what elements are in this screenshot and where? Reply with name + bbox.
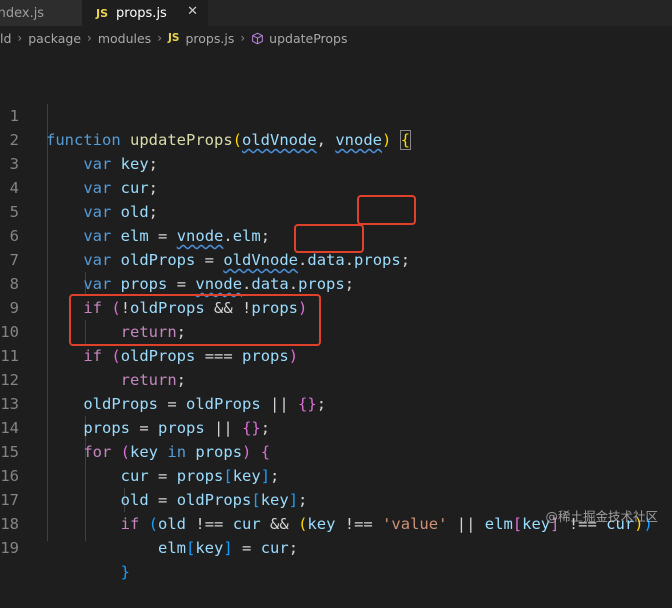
- chevron-right-icon: ›: [157, 31, 162, 45]
- js-file-icon: JS: [96, 6, 109, 20]
- code-editor[interactable]: 1 function updateProps(oldVnode, vnode) …: [0, 80, 672, 581]
- tab-index-js[interactable]: index.js: [0, 0, 82, 26]
- chevron-right-icon: ›: [17, 31, 23, 45]
- chevron-right-icon: ›: [87, 31, 92, 45]
- tab-props-js[interactable]: JS props.js ✕: [82, 0, 208, 26]
- tab-label: index.js: [0, 5, 45, 21]
- breadcrumb-file[interactable]: props.js: [185, 31, 234, 46]
- tab-label: props.js: [116, 5, 167, 21]
- code-line: 15 cur = props[key];: [0, 416, 672, 485]
- code-line: 12 oldProps = oldProps || {};: [0, 344, 672, 413]
- code-line: 13 props = props || {};: [0, 368, 672, 437]
- code-line: 6 var oldProps = oldVnode.data.props;: [0, 200, 672, 269]
- line-number: 19: [0, 539, 19, 557]
- highlight-box: [357, 195, 416, 225]
- method-cube-icon: [252, 32, 264, 44]
- tab-bar: index.js JS props.js ✕: [0, 0, 672, 26]
- breadcrumb-item[interactable]: ld: [0, 31, 11, 46]
- code-line: 3 var cur;: [0, 128, 672, 197]
- chevron-right-icon: ›: [240, 31, 246, 45]
- js-file-icon: JS: [168, 32, 180, 44]
- breadcrumb-item[interactable]: package: [28, 31, 81, 46]
- code-line: 9 return;: [0, 272, 672, 341]
- code-text: }: [120, 563, 130, 581]
- highlight-box: [69, 294, 321, 346]
- code-line: 16 old = oldProps[key];: [0, 440, 672, 509]
- code-line: 1 function updateProps(oldVnode, vnode) …: [0, 80, 672, 150]
- code-line: 4 var old;: [0, 152, 672, 221]
- code-line: 5 var elm = vnode.elm;: [0, 176, 672, 245]
- breadcrumb-item[interactable]: modules: [98, 31, 151, 46]
- watermark: @稀土掘金技术社区: [545, 509, 658, 524]
- code-line: 17 if (old !== cur && (key !== 'value' |…: [0, 464, 672, 533]
- highlight-box: [294, 224, 364, 253]
- close-icon[interactable]: ✕: [187, 4, 198, 19]
- breadcrumb: ld › package › modules › JS props.js › u…: [0, 26, 672, 50]
- breadcrumb-symbol[interactable]: updateProps: [269, 31, 347, 46]
- code-line: 14 for (key in props) {: [0, 392, 672, 461]
- code-text: elm[key] = cur;: [157, 539, 299, 557]
- code-line: 2 var key;: [0, 104, 672, 173]
